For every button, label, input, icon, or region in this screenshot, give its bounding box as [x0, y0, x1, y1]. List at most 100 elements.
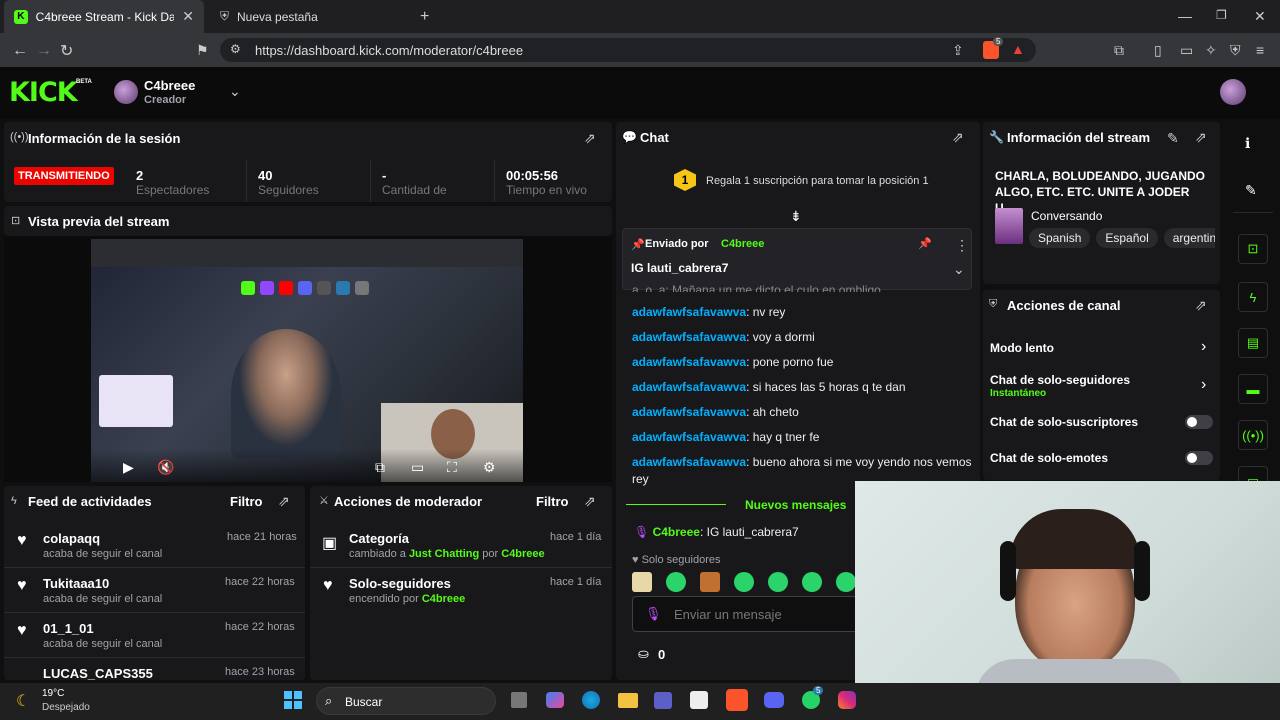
pencil-icon[interactable]: ✎: [1245, 182, 1257, 199]
brave-rewards-icon[interactable]: ▲: [1011, 41, 1025, 57]
settings-icon[interactable]: ⚙: [483, 459, 496, 476]
reload-icon[interactable]: ↻: [60, 41, 73, 61]
back-icon[interactable]: ←: [12, 42, 28, 60]
leo-ai-icon[interactable]: ✧: [1205, 42, 1217, 59]
category-name[interactable]: Conversando: [1031, 209, 1102, 223]
start-icon[interactable]: [284, 691, 302, 709]
popout-icon[interactable]: ⇗: [952, 129, 964, 146]
store-icon[interactable]: [690, 691, 708, 709]
close-tab-icon[interactable]: ✕: [182, 8, 194, 25]
chat-icon[interactable]: ▬: [1238, 374, 1268, 404]
popout-icon[interactable]: ⇗: [584, 130, 596, 147]
forward-icon[interactable]: →: [36, 42, 52, 60]
live-status-badge: TRANSMITIENDO: [14, 167, 114, 185]
emote-icon[interactable]: [666, 572, 686, 592]
theater-icon[interactable]: ▭: [411, 459, 424, 476]
collapse-icon[interactable]: ⇟: [790, 208, 802, 225]
tag[interactable]: Spanish: [1029, 228, 1091, 248]
chat-input[interactable]: 🎙 Enviar un mensaje: [632, 596, 892, 632]
new-messages-divider[interactable]: Nuevos mensajes: [745, 498, 846, 512]
tag[interactable]: Español: [1096, 228, 1158, 248]
instagram-icon[interactable]: [838, 691, 856, 709]
document-icon[interactable]: ▤: [1238, 328, 1268, 358]
channel-avatar[interactable]: [114, 80, 138, 104]
feed-item-name[interactable]: 01_1_01: [43, 621, 94, 636]
slow-mode-row[interactable]: Modo lento ›: [983, 334, 1220, 362]
kicks-icon[interactable]: ⛀: [638, 646, 649, 662]
followers-only-row[interactable]: Chat de solo-seguidores Instantáneo ›: [983, 370, 1220, 400]
copilot-icon[interactable]: [546, 692, 564, 708]
wallet-icon[interactable]: ▭: [1180, 42, 1193, 59]
maximize-icon[interactable]: ❐: [1216, 8, 1227, 22]
followers-stat: 40 Seguidores: [258, 168, 319, 197]
emote-icon[interactable]: [632, 572, 652, 592]
weather-icon[interactable]: ☾: [16, 691, 30, 711]
filter-button[interactable]: Filtro: [230, 494, 263, 509]
close-window-icon[interactable]: ✕: [1254, 8, 1266, 25]
broadcast-icon[interactable]: ((•)): [1238, 420, 1268, 450]
shield-icon: ⛨: [989, 298, 998, 310]
feed-item-name[interactable]: colapaqq: [43, 531, 100, 546]
teams-icon[interactable]: [654, 692, 672, 709]
task-view-icon[interactable]: [511, 692, 527, 708]
share-icon[interactable]: ⇪: [952, 42, 964, 59]
filter-button[interactable]: Filtro: [536, 494, 569, 509]
info-icon[interactable]: ℹ: [1245, 135, 1250, 152]
bookmark-icon[interactable]: ⚑: [196, 42, 209, 59]
weather-desc: Despejado: [42, 702, 90, 713]
emote-icon[interactable]: [836, 572, 856, 592]
pip-icon[interactable]: ⧉: [375, 459, 385, 476]
minimize-icon[interactable]: —: [1178, 8, 1192, 24]
chevron-right-icon: ›: [1201, 376, 1207, 393]
tab-new-tab[interactable]: ⛨ Nueva pestaña: [210, 0, 410, 33]
popout-icon[interactable]: ⇗: [584, 493, 596, 510]
kick-logo[interactable]: KICK: [9, 77, 78, 108]
discord-icon[interactable]: [764, 692, 784, 708]
emote-icon[interactable]: [768, 572, 788, 592]
chevron-down-icon[interactable]: ⌄: [229, 83, 241, 100]
user-avatar[interactable]: [1220, 79, 1246, 105]
chevron-right-icon: ›: [1201, 338, 1207, 355]
brave-taskbar-icon[interactable]: [726, 689, 748, 711]
mute-icon[interactable]: 🔇: [157, 459, 174, 476]
tab-kick-dashboard[interactable]: K C4breee Stream - Kick Dashboar ✕: [4, 0, 204, 33]
mod-action-time: hace 1 día: [550, 531, 602, 543]
edit-icon[interactable]: ✎: [1167, 130, 1179, 147]
popout-icon[interactable]: ⇗: [1195, 129, 1207, 146]
stream-title: CHARLA, BOLUDEANDO, JUGANDO ALGO, ETC. E…: [995, 169, 1205, 215]
emote-icon[interactable]: [734, 572, 754, 592]
emote-icon[interactable]: [700, 572, 720, 592]
translate-icon[interactable]: ⧉: [1114, 42, 1124, 59]
popout-icon[interactable]: ⇗: [278, 493, 290, 510]
edge-icon[interactable]: [582, 691, 600, 709]
heart-icon: ♥: [17, 532, 27, 549]
taskbar-search[interactable]: ⌕ Buscar: [316, 687, 496, 715]
new-tab-icon[interactable]: +: [420, 8, 429, 26]
chevron-down-icon[interactable]: ⌄: [953, 261, 965, 278]
more-options-icon[interactable]: ⋮: [955, 237, 969, 254]
feed-item-name[interactable]: LUCAS_CAPS355: [43, 666, 153, 680]
video-player[interactable]: ▶ 🔇 ⧉ ▭ ⛶ ⚙: [91, 239, 523, 482]
play-icon[interactable]: ▶: [123, 459, 134, 476]
unpin-icon[interactable]: 📌: [918, 237, 932, 250]
feed-item-name[interactable]: Tukitaaa10: [43, 576, 109, 591]
pinned-user[interactable]: C4breee: [721, 238, 764, 250]
headphones-left: [1000, 541, 1016, 601]
menu-icon[interactable]: ≡: [1256, 42, 1264, 58]
sidebar-toggle-icon[interactable]: ▯: [1154, 42, 1162, 59]
mod-sword-icon: ⚔: [319, 495, 329, 507]
category-thumbnail[interactable]: [995, 208, 1023, 244]
preview-icon[interactable]: ⊡: [1238, 234, 1268, 264]
popout-icon[interactable]: ⇗: [1195, 297, 1207, 314]
lightning-icon[interactable]: ϟ: [1238, 282, 1268, 312]
fullscreen-icon[interactable]: ⛶: [447, 459, 457, 476]
file-explorer-icon[interactable]: [618, 693, 638, 708]
site-info-icon[interactable]: ⚙: [230, 42, 241, 56]
tag[interactable]: argentin: [1163, 228, 1215, 248]
emote-icon[interactable]: [802, 572, 822, 592]
emotes-only-toggle[interactable]: [1185, 451, 1213, 465]
mic-icon: 🎙: [645, 606, 662, 621]
vpn-icon[interactable]: ⛨: [1230, 42, 1241, 59]
channel-name[interactable]: C4breee: [144, 78, 195, 93]
subscribers-only-toggle[interactable]: [1185, 415, 1213, 429]
